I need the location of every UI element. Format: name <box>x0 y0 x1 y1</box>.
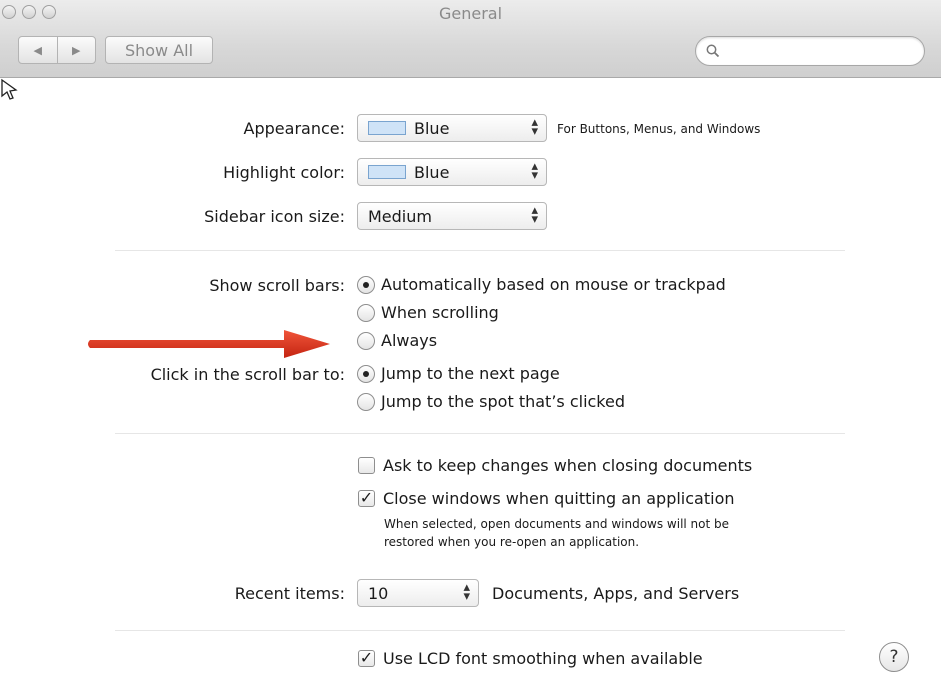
search-field[interactable] <box>695 36 925 66</box>
radio-scroll-automatically[interactable]: Automatically based on mouse or trackpad <box>357 275 726 294</box>
radio-label: When scrolling <box>381 303 499 322</box>
appearance-popup[interactable]: Blue ▴ ▾ <box>357 114 547 142</box>
radio-button <box>357 331 375 350</box>
mouse-cursor-icon <box>1 78 18 100</box>
forward-arrow-icon: ▶ <box>72 43 81 57</box>
highlight-label: Highlight color: <box>223 163 345 182</box>
checkbox-unchecked <box>358 457 375 474</box>
radio-jump-spot-clicked[interactable]: Jump to the spot that’s clicked <box>357 392 625 411</box>
popup-arrows-icon: ▴ ▾ <box>531 115 538 139</box>
window-title: General <box>438 4 503 23</box>
radio-button-selected <box>357 275 375 294</box>
section-divider <box>115 433 845 434</box>
recent-items-popup[interactable]: 10 ▴ ▾ <box>357 579 479 607</box>
highlight-popup[interactable]: Blue ▴ ▾ <box>357 158 547 186</box>
radio-button-selected <box>357 364 375 383</box>
radio-button <box>357 392 375 411</box>
recent-items-note: Documents, Apps, and Servers <box>492 584 740 603</box>
sidebar-icon-size-label: Sidebar icon size: <box>204 207 345 226</box>
section-divider <box>115 630 845 631</box>
radio-scroll-when-scrolling[interactable]: When scrolling <box>357 303 499 322</box>
appearance-note: For Buttons, Menus, and Windows <box>557 122 761 136</box>
highlight-swatch <box>368 165 406 179</box>
annotation-arrow-icon <box>88 330 330 358</box>
back-forward-group: ◀ ▶ <box>18 36 96 64</box>
radio-jump-next-page[interactable]: Jump to the next page <box>357 364 560 383</box>
sidebar-icon-size-popup[interactable]: Medium ▴ ▾ <box>357 202 547 230</box>
appearance-label: Appearance: <box>243 119 345 138</box>
radio-scroll-always[interactable]: Always <box>357 331 437 350</box>
radio-button <box>357 303 375 322</box>
note-line: When selected, open documents and window… <box>384 517 730 531</box>
back-arrow-icon: ◀ <box>33 43 42 57</box>
highlight-value: Blue <box>414 162 450 182</box>
checkbox-lcd-smoothing[interactable]: ✓ Use LCD font smoothing when available <box>358 649 703 668</box>
popup-arrows-icon: ▴ ▾ <box>463 580 470 604</box>
back-button[interactable]: ◀ <box>19 37 57 63</box>
search-icon <box>706 44 720 58</box>
appearance-value: Blue <box>414 118 450 138</box>
checkbox-label: Ask to keep changes when closing documen… <box>383 456 753 475</box>
search-input[interactable] <box>726 43 924 59</box>
section-divider <box>115 250 845 251</box>
radio-label: Automatically based on mouse or trackpad <box>381 275 726 294</box>
checkbox-close-windows[interactable]: ✓ Close windows when quitting an applica… <box>358 489 735 508</box>
radio-label: Jump to the next page <box>381 364 560 383</box>
recent-items-label: Recent items: <box>234 584 345 603</box>
checkmark-icon: ✓ <box>358 488 375 507</box>
checkmark-icon: ✓ <box>358 648 375 667</box>
checkbox-label: Close windows when quitting an applicati… <box>383 489 735 508</box>
window-toolbar: General ◀ ▶ Show All <box>0 0 941 78</box>
appearance-swatch <box>368 121 406 135</box>
forward-button[interactable]: ▶ <box>56 37 96 63</box>
radio-label: Jump to the spot that’s clicked <box>381 392 625 411</box>
checkbox-ask-keep-changes[interactable]: Ask to keep changes when closing documen… <box>358 456 752 475</box>
recent-items-value: 10 <box>368 583 389 603</box>
close-windows-note: When selected, open documents and window… <box>384 515 729 551</box>
show-scroll-bars-label: Show scroll bars: <box>209 276 345 295</box>
click-scroll-bar-label: Click in the scroll bar to: <box>150 365 345 384</box>
note-line: restored when you re-open an application… <box>384 535 640 549</box>
popup-arrows-icon: ▴ ▾ <box>531 203 538 227</box>
radio-label: Always <box>381 331 438 350</box>
help-button[interactable]: ? <box>879 642 909 672</box>
popup-arrows-icon: ▴ ▾ <box>531 159 538 183</box>
show-all-button[interactable]: Show All <box>105 36 213 64</box>
sidebar-icon-size-value: Medium <box>368 206 432 226</box>
checkbox-label: Use LCD font smoothing when available <box>383 649 703 668</box>
